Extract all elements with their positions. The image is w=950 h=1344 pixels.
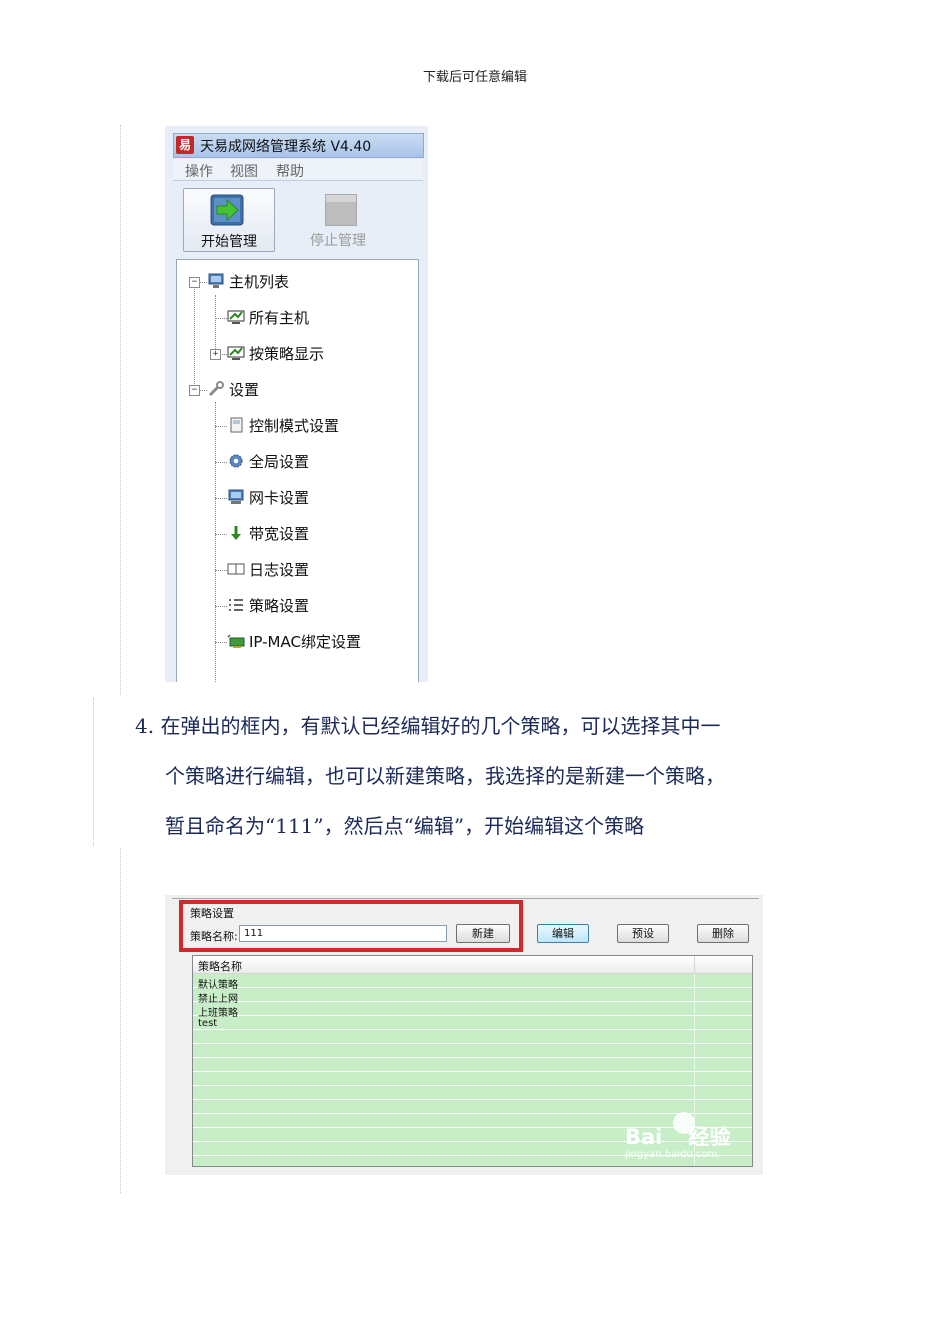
menu-operate[interactable]: 操作 — [185, 161, 213, 181]
down-arrow-icon — [231, 526, 241, 540]
tree-label: 主机列表 — [229, 273, 290, 291]
list-item[interactable]: 上班策略 — [198, 1004, 238, 1019]
tree-connector — [215, 295, 216, 353]
margin-rule — [120, 848, 121, 1193]
app-window-screenshot: 易 天易成网络管理系统 V4.40 操作 视图 帮助 开始管理 停止管理 − +… — [165, 126, 428, 682]
watermark-url: jingyan.baidu.com — [625, 1149, 718, 1160]
tree-label: 日志设置 — [249, 561, 310, 579]
collapse-host-list[interactable]: − — [189, 277, 200, 288]
watermark-text: Bai — [625, 1125, 663, 1149]
tree-connector — [215, 402, 216, 682]
tree-label: 控制模式设置 — [249, 417, 340, 435]
stop-manage-button[interactable]: 停止管理 — [293, 188, 383, 250]
tree-label: IP-MAC绑定设置 — [249, 633, 361, 651]
tree-connector — [215, 462, 227, 463]
tree-connector — [199, 390, 207, 391]
tree-connector — [215, 570, 227, 571]
tree-label: 策略设置 — [249, 597, 310, 615]
tree-connector — [215, 498, 227, 499]
wrench-icon — [208, 381, 224, 397]
new-policy-highlight-box — [179, 900, 523, 952]
window-title: 天易成网络管理系统 V4.40 — [200, 139, 372, 155]
start-manage-button[interactable]: 开始管理 — [183, 188, 275, 252]
step-text-line-3: 暂且命名为“111”，然后点“编辑”，开始编辑这个策略 — [165, 814, 645, 838]
panel-icon — [230, 417, 243, 433]
nav-tree: − + − 主机列表 所有主机 按策略显示 设置 控制模式设置 全局设置 网卡设… — [176, 259, 419, 682]
list-icon — [229, 599, 243, 611]
computer-icon — [208, 273, 224, 288]
hosts-monitor-icon — [227, 346, 245, 360]
tree-connector — [220, 354, 227, 355]
gear-icon — [229, 454, 243, 468]
menu-divider — [173, 180, 423, 181]
tree-connector — [199, 282, 207, 283]
menu-view[interactable]: 视图 — [230, 161, 258, 181]
menu-bar: 操作 视图 帮助 — [173, 159, 423, 181]
margin-rule — [120, 125, 121, 695]
tree-connector — [215, 426, 227, 427]
title-bar: 易 天易成网络管理系统 V4.40 — [173, 133, 424, 158]
tree-connector — [215, 642, 227, 643]
tree-label: 网卡设置 — [249, 489, 310, 507]
delete-button[interactable]: 删除 — [697, 924, 749, 943]
network-card-icon — [227, 634, 245, 648]
tree-label: 按策略显示 — [249, 345, 325, 363]
stop-icon — [325, 194, 357, 226]
step-text-line-2: 个策略进行编辑，也可以新建策略，我选择的是新建一个策略， — [165, 764, 725, 788]
tree-connector — [215, 318, 227, 319]
start-arrow-icon — [210, 194, 244, 226]
list-item[interactable]: test — [198, 1018, 217, 1029]
tree-connector — [194, 284, 195, 394]
step-text-line-1: 4. 在弹出的框内，有默认已经编辑好的几个策略，可以选择其中一 — [135, 714, 721, 738]
tree-label: 所有主机 — [249, 309, 310, 327]
hosts-monitor-icon — [227, 310, 245, 324]
tree-label: 带宽设置 — [249, 525, 310, 543]
computer-icon — [228, 489, 244, 504]
expand-by-policy[interactable]: + — [210, 349, 221, 360]
margin-rule — [93, 698, 94, 846]
tree-connector — [215, 606, 227, 607]
tree-connector — [215, 534, 227, 535]
collapse-settings[interactable]: − — [189, 385, 200, 396]
column-divider — [694, 956, 695, 973]
preset-button[interactable]: 预设 — [617, 924, 669, 943]
list-item[interactable]: 默认策略 — [198, 976, 238, 991]
tree-label: 设置 — [229, 381, 260, 399]
list-header: 策略名称 — [193, 956, 752, 974]
column-policy-name[interactable]: 策略名称 — [198, 958, 242, 974]
watermark-text-suffix: 经验 — [688, 1125, 731, 1149]
tree-label: 全局设置 — [249, 453, 310, 471]
page-header: 下载后可任意编辑 — [422, 70, 527, 85]
edit-button[interactable]: 编辑 — [537, 924, 589, 943]
list-item[interactable]: 禁止上网 — [198, 990, 238, 1005]
menu-help[interactable]: 帮助 — [276, 161, 304, 181]
app-logo-icon: 易 — [176, 136, 194, 154]
stop-manage-label: 停止管理 — [310, 233, 366, 249]
book-icon — [227, 563, 245, 575]
start-manage-label: 开始管理 — [201, 234, 257, 250]
policy-dialog-screenshot: 策略设置 策略名称: 111 新建 编辑 预设 删除 策略名称 默认策略 禁止上… — [165, 895, 763, 1175]
baidu-paw-icon — [673, 1112, 695, 1134]
